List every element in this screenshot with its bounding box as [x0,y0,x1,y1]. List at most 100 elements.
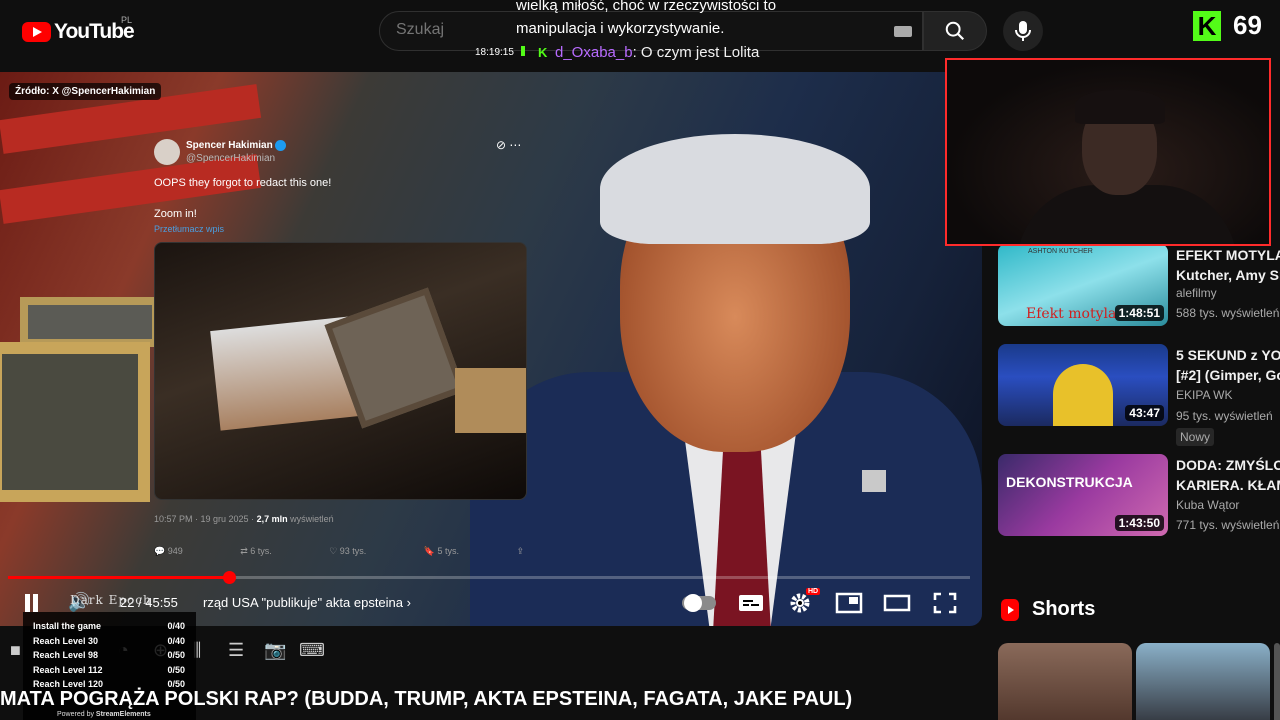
title-line: KARIERA. KŁAM [1176,477,1280,493]
source-label: Źródło: X @SpencerHakimian [9,83,162,100]
channel-name[interactable]: EKIPA WK [1176,388,1232,402]
fullscreen-icon[interactable] [933,592,957,614]
chat-line: manipulacja i wykorzystywanie. [516,20,725,37]
video-thumbnail[interactable]: ASHTON KUTCHER Efekt motyla 1:48:51 [998,244,1168,326]
chat-badge-icon [521,46,525,56]
thumbnail-text: ASHTON KUTCHER [1028,248,1093,255]
reposts-value: 6 tys. [250,546,272,556]
progress-bar[interactable] [8,571,970,584]
miniplayer-icon[interactable] [835,592,863,614]
likes-value: 93 tys. [339,546,367,556]
powered-by: Powered by StreamElements [57,711,151,718]
achievement-progress: 0/50 [167,650,185,660]
bookmark-count: 🔖 5 tys. [423,546,459,556]
channel-name[interactable]: alefilmy [1176,286,1217,300]
youtube-logo[interactable]: YouTube [22,20,135,44]
settings-icon[interactable] [789,592,811,614]
title-line: DODA: ZMYŚLON [1176,457,1280,473]
chapter-label: rząd USA "publikuje" akta epsteina [203,595,404,610]
youtube-play-icon [22,22,51,42]
video-player[interactable]: Źródło: X @SpencerHakimian Spencer Hakim… [0,72,982,626]
embedded-tweet: Spencer Hakimian @SpencerHakimian ⊘ ⋯ OO… [148,132,533,562]
short-thumbnail[interactable] [998,643,1132,720]
shorts-header: Shorts [1001,598,1095,621]
photo [455,368,526,433]
recommendation-title[interactable]: DODA: ZMYŚLON KARIERA. KŁAM [1176,455,1280,495]
autoplay-toggle[interactable] [682,594,716,612]
duration-badge: 43:47 [1125,405,1164,421]
streamer-webcam [945,58,1271,246]
chat-username: d_Oxaba_b [555,44,633,61]
view-count: 771 tys. wyświetleń [1176,518,1280,532]
chapter-title[interactable]: rząd USA "publikuje" akta epsteina › [203,595,411,610]
achievement-label: Reach Level 30 [33,635,99,646]
video-title: MATA POGRĄŻA POLSKI RAP? (BUDDA, TRUMP, … [0,688,853,710]
chat-message: d_Oxaba_b: O czym jest Lolita [555,44,759,61]
achievement-progress: 0/40 [167,621,185,631]
tweet-date: 10:57 PM · 19 gru 2025 · [154,514,257,524]
grok-icon: ⊘ ⋯ [496,138,522,152]
achievement-label: Install the game [33,621,102,631]
tweet-handle: @SpencerHakimian [186,153,276,164]
view-count: 588 tys. wyświetleń [1176,306,1280,320]
pause-button[interactable] [22,594,40,612]
powered-prefix: Powered by [57,711,96,718]
recommendation-title[interactable]: 5 SEKUND z YOU [#2] (Gimper, Go [1176,345,1280,385]
tweet-text: OOPS they forgot to redact this one! [154,177,332,189]
country-code: PL [121,15,133,25]
video-thumbnail[interactable]: DEKONSTRUKCJA 1:43:50 [998,454,1168,536]
microphone-icon [1015,21,1031,41]
picture-frame [20,297,160,347]
chat-text: : O czym jest Lolita [632,44,760,61]
stop-icon[interactable]: ■ [10,640,21,661]
keyboard-shortcuts-icon[interactable]: ⌨ [299,640,325,661]
shorts-label: Shorts [1032,598,1096,620]
picture-frame [0,342,150,502]
title-line: 5 SEKUND z YOU [1176,347,1280,363]
tweet-meta: 10:57 PM · 19 gru 2025 · 2,7 mln wyświet… [154,514,334,524]
title-line: [#2] (Gimper, Go [1176,367,1280,383]
title-line: EFEKT MOTYLA [1176,247,1280,263]
new-badge: Nowy [1176,428,1215,446]
recommendation-item[interactable]: DEKONSTRUKCJA 1:43:50 DODA: ZMYŚLON KARIE… [998,454,1280,536]
voice-search-button[interactable] [1003,11,1043,51]
title-line: Kutcher, Amy Sm [1176,267,1280,283]
tweet-text: Zoom in! [154,208,197,220]
viewer-count: 69 [1233,10,1262,40]
achievement-label: Reach Level 112 [33,664,103,675]
top-bar: YouTube PL wielką miłość, choć w rzeczyw… [0,0,1280,64]
layout-icon[interactable]: ☰ [228,640,244,661]
recommendation-item[interactable]: 43:47 5 SEKUND z YOU [#2] (Gimper, Go EKI… [998,344,1280,426]
short-thumbnail[interactable] [1136,643,1270,720]
share-icon: ⇪ [516,546,524,556]
achievement-label: Reach Level 98 [33,650,99,660]
thumbnail-figure [1053,364,1113,426]
channel-name[interactable]: Kuba Wątor [1176,498,1239,512]
hd-badge: HD [806,588,821,595]
chat-timestamp: 18:19:15 [475,47,514,58]
thumbnail-text: DEKONSTRUKCJA [1006,474,1133,490]
achievement-row: Reach Level 98 0/50 [33,650,185,660]
verified-icon [275,140,286,151]
tweet-views: 2,7 mln [256,514,288,524]
powered-brand: StreamElements [95,711,151,718]
shorts-icon [1001,598,1019,621]
duration-badge: 1:43:50 [1114,515,1164,531]
video-thumbnail[interactable]: 43:47 [998,344,1168,426]
short-thumbnail[interactable] [1274,643,1280,720]
screenshot-icon[interactable]: 📷 [264,640,286,661]
recommendation-item[interactable]: ASHTON KUTCHER Efekt motyla 1:48:51 EFEK… [998,244,1280,326]
achievement-row: Reach Level 30 0/40 [33,636,185,646]
theater-mode-icon[interactable] [883,592,911,614]
achievement-row: Reach Level 112 0/50 [33,665,185,675]
dark-epoch-logo: Dark Epoch [70,593,152,607]
subtitles-icon[interactable] [738,592,764,614]
bookmarks-value: 5 tys. [437,546,459,556]
like-count: ♡ 93 tys. [329,546,367,556]
video-person-hair [600,134,870,244]
progress-played [8,576,230,579]
tweet-author-name: Spencer Hakimian [186,140,273,151]
flag-pin [862,470,886,492]
recommendation-title[interactable]: EFEKT MOTYLA Kutcher, Amy Sm [1176,245,1280,285]
thumbnail-text: Efekt motyla [1026,306,1117,322]
